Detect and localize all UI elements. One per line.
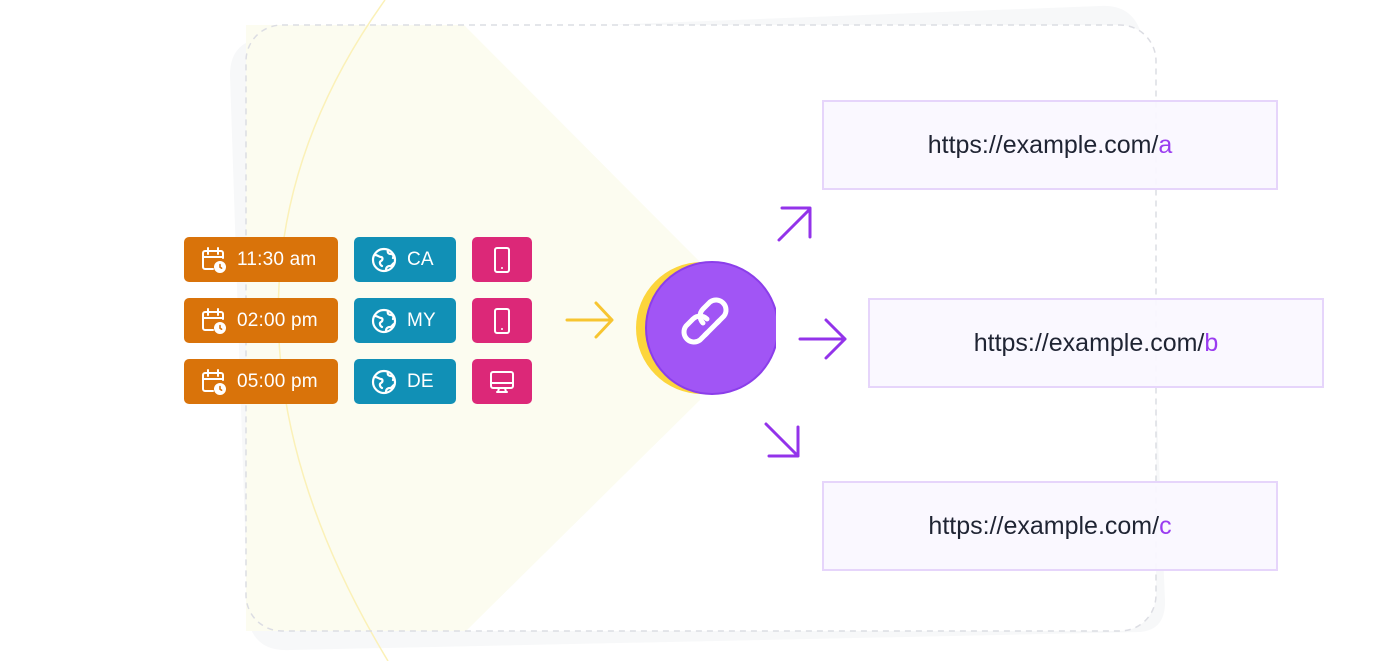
geo-label: MY bbox=[407, 309, 436, 331]
geo-label: CA bbox=[407, 248, 434, 270]
time-label: 05:00 pm bbox=[237, 370, 318, 392]
link-hub[interactable] bbox=[636, 252, 776, 404]
tablet-icon bbox=[494, 307, 510, 334]
time-tag[interactable]: 11:30 am bbox=[184, 237, 338, 282]
time-label: 11:30 am bbox=[237, 248, 317, 270]
url-base: https://example.com/ bbox=[928, 511, 1160, 540]
time-tag[interactable]: 02:00 pm bbox=[184, 298, 338, 343]
geo-tag[interactable]: DE bbox=[354, 359, 456, 404]
url-suffix: b bbox=[1204, 328, 1219, 357]
destination-url[interactable]: https://example.com/c bbox=[822, 481, 1278, 571]
globe-icon bbox=[371, 308, 397, 333]
url-base: https://example.com/ bbox=[973, 328, 1205, 357]
time-label: 02:00 pm bbox=[237, 309, 318, 331]
url-suffix: a bbox=[1158, 130, 1173, 159]
globe-icon bbox=[371, 369, 397, 394]
geo-label: DE bbox=[407, 370, 434, 392]
url-suffix: c bbox=[1159, 511, 1172, 540]
device-tag[interactable] bbox=[472, 359, 532, 404]
destination-url[interactable]: https://example.com/a bbox=[822, 100, 1278, 190]
calendar-clock-icon bbox=[202, 246, 226, 273]
destination-url[interactable]: https://example.com/b bbox=[868, 298, 1324, 388]
url-base: https://example.com/ bbox=[927, 130, 1159, 159]
tablet-icon bbox=[494, 246, 510, 273]
time-tag[interactable]: 05:00 pm bbox=[184, 359, 338, 404]
geo-tag[interactable]: MY bbox=[354, 298, 456, 343]
device-tag[interactable] bbox=[472, 237, 532, 282]
calendar-clock-icon bbox=[202, 368, 226, 395]
globe-icon bbox=[371, 247, 397, 272]
device-tag[interactable] bbox=[472, 298, 532, 343]
calendar-clock-icon bbox=[202, 307, 226, 334]
geo-tag[interactable]: CA bbox=[354, 237, 456, 282]
desktop-icon bbox=[490, 370, 514, 393]
